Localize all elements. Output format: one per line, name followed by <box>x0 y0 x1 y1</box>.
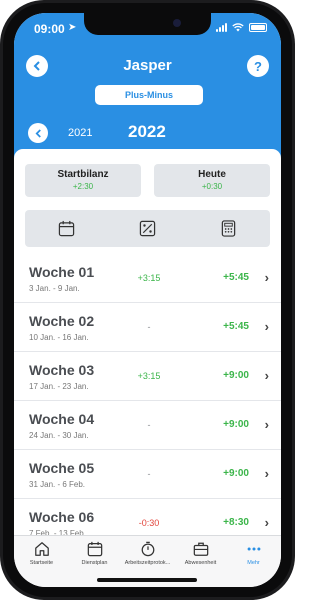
notch <box>84 13 211 35</box>
week-total: +8:30 <box>223 517 249 528</box>
tab-label: Dienstplan <box>81 560 108 566</box>
week-range: 10 Jan. - 16 Jan. <box>29 333 89 342</box>
battery-icon <box>249 23 267 32</box>
chevron-right-icon: › <box>264 270 269 285</box>
chevron-right-icon: › <box>264 515 269 530</box>
tab-label: Abwesenheit <box>184 560 217 566</box>
calendar-icon <box>87 541 102 557</box>
week-total: +9:00 <box>223 468 249 479</box>
wifi-icon <box>232 23 244 32</box>
phone-frame: 09:00 ➤ Jasper ? Plus-Minus 2021 2022 St… <box>0 0 295 600</box>
week-name: Woche 04 <box>29 411 95 427</box>
today-balance-value: +0:30 <box>201 182 223 191</box>
view-icon-bar <box>25 210 270 247</box>
week-diff: - <box>147 322 151 332</box>
calculator-icon[interactable] <box>220 220 237 237</box>
plus-minus-segment[interactable]: Plus-Minus <box>95 85 203 105</box>
tab-abwesenheit[interactable]: Abwesenheit <box>174 541 227 566</box>
week-diff: -0:30 <box>138 518 160 528</box>
week-row[interactable]: Woche 04 24 Jan. - 30 Jan. - +9:00 › <box>14 401 281 450</box>
calendar-icon[interactable] <box>58 220 75 237</box>
chevron-right-icon: › <box>264 319 269 334</box>
today-balance-label: Heute <box>198 169 226 180</box>
status-time: 09:00 <box>34 22 65 36</box>
tab-label: Startseite <box>29 560 54 566</box>
week-range: 17 Jan. - 23 Jan. <box>29 382 89 391</box>
week-name: Woche 01 <box>29 264 95 280</box>
chevron-right-icon: › <box>264 417 269 432</box>
tab-startseite[interactable]: Startseite <box>15 541 68 566</box>
tab-arbeitszeitprotokoll[interactable]: Arbeitszeitprotok... <box>121 541 174 566</box>
week-diff: +3:15 <box>137 273 161 283</box>
stopwatch-icon <box>141 541 154 557</box>
week-total: +9:00 <box>223 370 249 381</box>
chevron-right-icon: › <box>264 466 269 481</box>
weeks-list: Woche 01 3 Jan. - 9 Jan. +3:15 +5:45 › W… <box>14 254 281 548</box>
week-diff: - <box>147 469 151 479</box>
week-row[interactable]: Woche 02 10 Jan. - 16 Jan. - +5:45 › <box>14 303 281 352</box>
today-balance-card[interactable]: Heute +0:30 <box>154 164 270 197</box>
more-dots-icon <box>247 547 260 551</box>
tab-label: Mehr <box>247 560 260 566</box>
current-year-label: 2022 <box>128 122 166 141</box>
week-diff: - <box>147 420 151 430</box>
tab-dienstplan[interactable]: Dienstplan <box>68 541 121 566</box>
start-balance-card[interactable]: Startbilanz +2:30 <box>25 164 141 197</box>
week-name: Woche 05 <box>29 460 95 476</box>
briefcase-icon <box>193 542 208 556</box>
week-diff: +3:15 <box>137 371 161 381</box>
previous-year-button[interactable] <box>28 123 48 143</box>
location-arrow-icon: ➤ <box>68 22 77 33</box>
week-name: Woche 06 <box>29 509 95 525</box>
content-panel: Startbilanz +2:30 Heute +0:30 Woche 01 3… <box>14 149 281 548</box>
week-range: 3 Jan. - 9 Jan. <box>29 284 80 293</box>
tab-mehr[interactable]: Mehr <box>227 541 280 566</box>
home-icon <box>34 542 49 556</box>
signal-icon <box>216 23 227 32</box>
week-total: +5:45 <box>223 321 249 332</box>
tab-label: Arbeitszeitprotok... <box>124 560 171 566</box>
previous-year-label[interactable]: 2021 <box>68 127 92 139</box>
week-row[interactable]: Woche 05 31 Jan. - 6 Feb. - +9:00 › <box>14 450 281 499</box>
chevron-left-icon <box>35 128 41 138</box>
screen: 09:00 ➤ Jasper ? Plus-Minus 2021 2022 St… <box>14 13 281 587</box>
week-name: Woche 03 <box>29 362 95 378</box>
week-row[interactable]: Woche 03 17 Jan. - 23 Jan. +3:15 +9:00 › <box>14 352 281 401</box>
status-icons <box>216 23 267 32</box>
week-range: 31 Jan. - 6 Feb. <box>29 480 86 489</box>
week-row[interactable]: Woche 01 3 Jan. - 9 Jan. +3:15 +5:45 › <box>14 254 281 303</box>
page-title: Jasper <box>123 57 172 74</box>
week-name: Woche 02 <box>29 313 95 329</box>
week-total: +5:45 <box>223 272 249 283</box>
week-total: +9:00 <box>223 419 249 430</box>
start-balance-label: Startbilanz <box>57 169 109 180</box>
week-range: 24 Jan. - 30 Jan. <box>29 431 89 440</box>
chevron-right-icon: › <box>264 368 269 383</box>
percent-tag-icon[interactable] <box>139 220 156 237</box>
camera <box>173 19 181 27</box>
start-balance-value: +2:30 <box>72 182 94 191</box>
help-button[interactable]: ? <box>247 55 269 77</box>
home-indicator <box>97 578 197 582</box>
